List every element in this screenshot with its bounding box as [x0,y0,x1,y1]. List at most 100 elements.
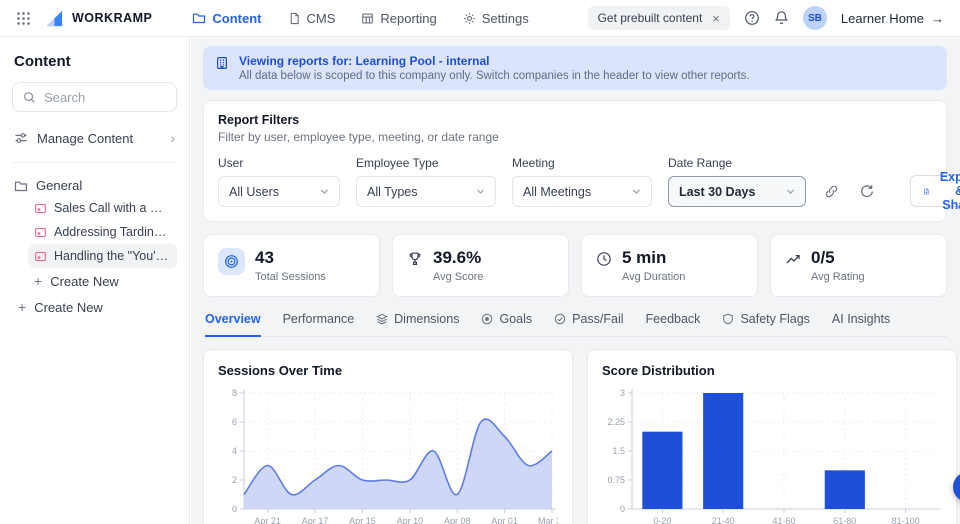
tab-performance[interactable]: Performance [283,312,355,336]
chevron-down-icon [476,188,485,195]
nav-reporting[interactable]: Reporting [361,10,437,26]
nav-cms[interactable]: CMS [288,11,335,26]
chart-title: Score Distribution [602,362,715,378]
layers-icon [376,313,389,325]
content-item[interactable]: Addressing Tardiness with... [28,220,177,244]
meeting-select[interactable]: All Meetings [512,176,652,207]
workramp-logo-icon [46,10,63,26]
check-circle-icon [554,313,566,325]
content-item-label: Handling the "You're Too... [54,249,171,263]
link-icon [825,185,838,198]
prebuilt-content-chip[interactable]: Get prebuilt content × [587,6,730,30]
filter-label-user: User [218,156,244,170]
table-icon [361,12,374,25]
score-distribution-card: Score Distribution 0 0.75 1.5 2.25 3 0-20 21-4… [587,348,957,524]
create-new-folder-button[interactable]: + Create New [12,294,177,320]
stat-total-sessions: 43 Total Sessions [203,234,380,297]
content-item[interactable]: Sales Call with a Distracted... [28,196,177,220]
tab-label: Goals [499,312,533,327]
chip-label: Get prebuilt content [597,11,703,25]
stat-value: 43 [255,248,274,267]
report-tabs: Overview Performance Dimensions Goals Pa… [203,312,947,337]
card-icon [34,250,47,263]
folder-general[interactable]: General [12,175,177,196]
primary-nav: Content CMS Reporting Settings [192,10,529,26]
stat-label: Total Sessions [255,270,326,283]
date-range-select-value: Last 30 Days [679,184,756,199]
report-filters-card: Report Filters Filter by user, employee … [203,100,960,222]
filters-title: Report Filters [218,113,300,127]
filters-subtitle: Filter by user, employee type, meeting, … [218,130,499,144]
employee-type-select[interactable]: All Types [356,176,496,207]
nav-label: Reporting [380,10,437,26]
stat-avg-duration: 5 min Avg Duration [581,234,758,297]
bell-icon[interactable] [774,10,789,26]
help-icon[interactable] [744,10,760,26]
learner-home-link[interactable]: Learner Home → [841,11,944,26]
gear-icon [463,12,476,25]
refresh-icon [861,185,873,198]
svg-text:Apr 08: Apr 08 [444,516,471,524]
tab-ai-insights[interactable]: AI Insights [832,312,890,336]
nav-content[interactable]: Content [192,11,262,26]
chart-title: Sessions Over Time [218,362,343,378]
tab-overview[interactable]: Overview [205,312,261,337]
filter-label-meeting: Meeting [512,156,555,170]
create-new-label: Create New [34,299,103,315]
target-icon [218,248,245,275]
content-item-selected[interactable]: Handling the "You're Too... [28,244,177,268]
manage-content-item[interactable]: Manage Content › [12,128,177,148]
refresh-button[interactable] [857,176,876,207]
shield-icon [722,313,734,325]
search-box[interactable] [12,82,177,112]
sidebar-divider [12,162,177,163]
manage-content-label: Manage Content [37,130,134,146]
tab-dimensions[interactable]: Dimensions [376,312,459,336]
export-share-label: Export & Share [939,170,960,212]
banner-title: Viewing reports for: Learning Pool - int… [239,54,490,68]
app: { "glyphs": { "close": "×", "arrow_right… [0,0,960,524]
svg-text:3: 3 [620,388,625,398]
chevron-down-icon [320,188,329,195]
user-select-value: All Users [229,184,280,199]
app-grid-icon[interactable] [16,11,31,26]
learner-home-label: Learner Home [840,10,924,26]
svg-text:81-100: 81-100 [892,516,920,524]
clock-icon [596,251,612,267]
sidebar-title: Content [14,53,71,70]
score-distribution-chart: 0 0.75 1.5 2.25 3 0-20 21-40 41-60 61-80 81-100 [607,388,940,524]
chevron-down-icon [632,188,641,195]
tab-label: Safety Flags [740,312,810,327]
workramp-logo[interactable]: WORKRAMP [45,9,152,28]
trend-up-icon [785,251,801,267]
svg-text:21-40: 21-40 [712,516,735,524]
file-icon [288,12,301,25]
date-range-select[interactable]: Last 30 Days [668,176,806,207]
copy-link-button[interactable] [822,176,841,207]
user-select[interactable]: All Users [218,176,340,207]
svg-text:4: 4 [232,446,237,456]
stat-avg-rating: 0/5 Avg Rating [770,234,947,297]
tab-pass-fail[interactable]: Pass/Fail [554,312,624,336]
nav-settings[interactable]: Settings [463,11,529,26]
tab-label: Overview [205,311,261,326]
stats-row: 43 Total Sessions 39.6% Avg Score 5 min … [203,234,947,297]
export-share-button[interactable]: Export & Share [910,170,960,212]
svg-text:1.5: 1.5 [612,446,625,456]
scope-banner: Viewing reports for: Learning Pool - int… [203,46,947,90]
svg-text:0: 0 [232,504,237,514]
tab-safety-flags[interactable]: Safety Flags [722,312,810,336]
search-input[interactable] [44,89,166,105]
tab-goals[interactable]: Goals [481,312,532,336]
trophy-icon [407,251,423,267]
top-nav: WORKRAMP Content CMS Reporting Settings … [0,0,960,37]
tab-feedback[interactable]: Feedback [646,312,701,336]
create-new-item-button[interactable]: + Create New [28,268,177,294]
avatar[interactable]: SB [802,6,827,30]
tab-label: Dimensions [394,312,460,327]
close-icon[interactable]: × [712,12,720,25]
svg-text:6: 6 [232,417,237,427]
employee-type-select-value: All Types [367,184,418,199]
export-file-icon [924,188,929,194]
svg-text:Mar 30: Mar 30 [538,516,558,524]
